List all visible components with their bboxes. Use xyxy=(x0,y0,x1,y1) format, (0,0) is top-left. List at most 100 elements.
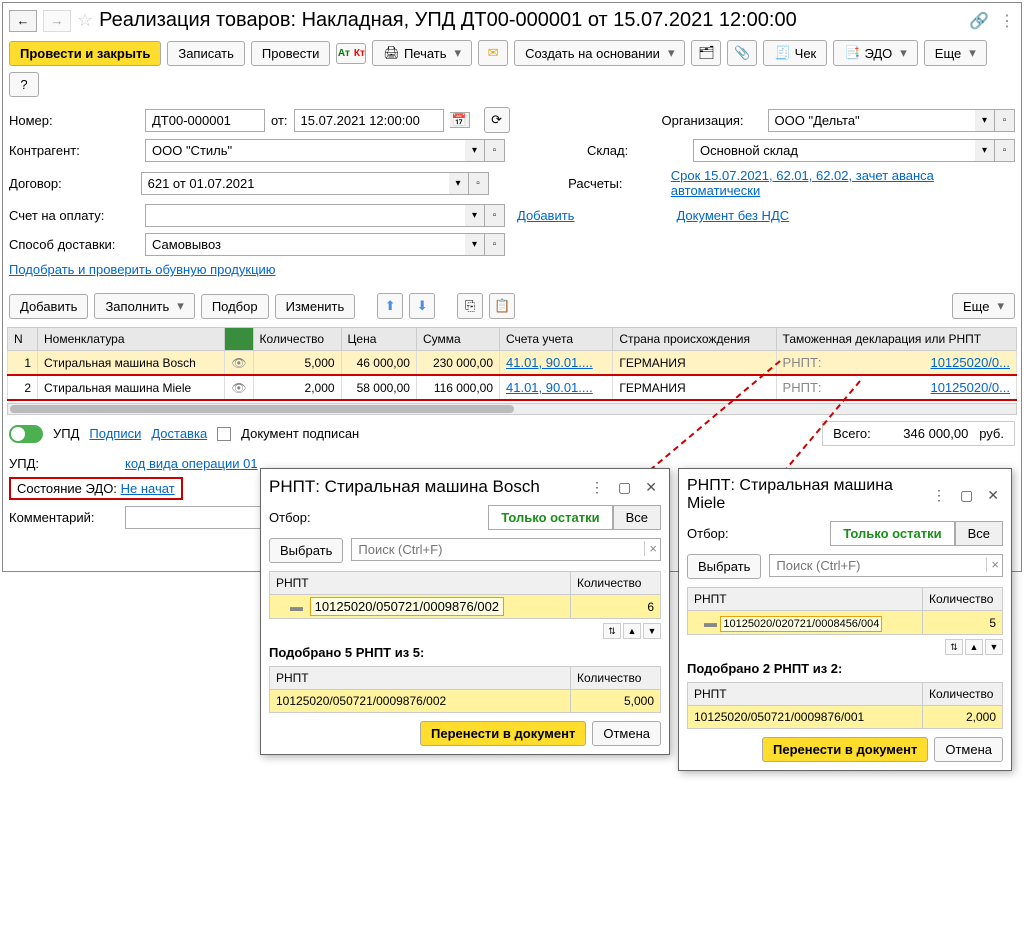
org-input[interactable] xyxy=(768,109,975,132)
check-button[interactable]: 🧾 Чек xyxy=(763,40,827,66)
sort-up-icon[interactable]: ▲ xyxy=(623,623,641,639)
dtct-button[interactable]: АтКт xyxy=(336,43,366,64)
counterparty-dropdown[interactable]: ▾ xyxy=(465,139,485,162)
link-icon[interactable]: 🔗 xyxy=(969,11,989,31)
more-menu-icon[interactable]: ⋮ xyxy=(999,11,1015,31)
search-input[interactable] xyxy=(769,554,1003,577)
contract-input[interactable] xyxy=(141,172,449,195)
number-input[interactable] xyxy=(145,109,265,132)
print-button[interactable]: 🖨 Печать xyxy=(372,40,472,66)
delivery-dropdown[interactable]: ▾ xyxy=(465,233,485,256)
delivery-open[interactable]: ▫ xyxy=(485,233,505,256)
org-dropdown[interactable]: ▾ xyxy=(975,109,995,132)
refresh-icon[interactable]: ⟳ xyxy=(484,107,510,133)
popup-menu-icon[interactable]: ⋮ xyxy=(928,487,950,504)
select-button[interactable]: Выбрать xyxy=(687,554,761,579)
popup-title: РНПТ: Стиральная машина Miele xyxy=(687,477,922,513)
sort-down-icon[interactable]: ▼ xyxy=(643,623,661,639)
date-input[interactable] xyxy=(294,109,444,132)
sort-icon[interactable]: ⇅ xyxy=(945,639,963,655)
transfer-button[interactable]: Перенести в документ xyxy=(420,721,586,746)
popup-menu-icon[interactable]: ⋮ xyxy=(586,479,608,496)
popup-close-icon[interactable]: ✕ xyxy=(641,479,661,496)
calc-link[interactable]: Срок 15.07.2021, 62.01, 62.02, зачет ава… xyxy=(671,168,1015,198)
collapse-icon[interactable]: ▬ xyxy=(290,599,303,614)
mail-button[interactable]: ✉ xyxy=(478,40,508,66)
comment-input[interactable] xyxy=(125,506,265,529)
clear-search-icon[interactable]: × xyxy=(986,557,999,572)
transfer-button[interactable]: Перенести в документ xyxy=(762,737,928,762)
paste-button[interactable]: 📋 xyxy=(489,293,515,319)
only-remains-tab[interactable]: Только остатки xyxy=(830,521,954,546)
all-tab[interactable]: Все xyxy=(955,521,1003,546)
table-row[interactable]: 1 Стиральная машина Bosch 👁 5,000 46 000… xyxy=(8,351,1017,376)
invoice-open[interactable]: ▫ xyxy=(485,204,505,227)
popup-maximize-icon[interactable]: ▢ xyxy=(614,479,635,496)
upd-toggle[interactable] xyxy=(9,425,43,443)
picked-row[interactable]: 10125020/050721/0009876/002 5,000 xyxy=(270,690,661,713)
doc-signed-checkbox[interactable] xyxy=(217,427,231,441)
warehouse-open[interactable]: ▫ xyxy=(995,139,1015,162)
post-and-close-button[interactable]: Провести и закрыть xyxy=(9,41,161,66)
move-down-button[interactable]: ⬇ xyxy=(409,293,435,319)
create-based-button[interactable]: Создать на основании xyxy=(514,40,685,66)
calendar-icon[interactable]: 📅 xyxy=(450,112,470,128)
counterparty-open[interactable]: ▫ xyxy=(485,139,505,162)
cancel-button[interactable]: Отмена xyxy=(934,737,1003,762)
org-open[interactable]: ▫ xyxy=(995,109,1015,132)
post-button[interactable]: Провести xyxy=(251,41,331,66)
delivery-link[interactable]: Доставка xyxy=(151,426,207,441)
attach-button[interactable]: 📎 xyxy=(727,40,757,66)
horizontal-scrollbar[interactable] xyxy=(7,403,1017,415)
counterparty-input[interactable] xyxy=(145,139,465,162)
popup-close-icon[interactable]: ✕ xyxy=(983,487,1003,504)
edo-button[interactable]: 📑 ЭДО xyxy=(833,40,918,66)
contract-open[interactable]: ▫ xyxy=(469,172,489,195)
table-add-button[interactable]: Добавить xyxy=(9,294,88,319)
warehouse-input[interactable] xyxy=(693,139,975,162)
eye-icon[interactable]: 👁 xyxy=(225,375,253,400)
add-link[interactable]: Добавить xyxy=(517,208,574,223)
copy-button[interactable]: ⎘ xyxy=(457,293,483,319)
sort-up-icon[interactable]: ▲ xyxy=(965,639,983,655)
favorite-icon[interactable]: ☆ xyxy=(77,10,93,31)
table-fill-button[interactable]: Заполнить xyxy=(94,293,194,319)
only-remains-tab[interactable]: Только остатки xyxy=(488,505,612,530)
invoice-input[interactable] xyxy=(145,204,465,227)
clear-search-icon[interactable]: × xyxy=(644,541,657,556)
edo-state-link[interactable]: Не начат xyxy=(121,481,175,496)
collapse-icon[interactable]: ▬ xyxy=(704,615,717,630)
contract-dropdown[interactable]: ▾ xyxy=(449,172,469,195)
more-button[interactable]: Еще xyxy=(924,40,987,66)
popup-maximize-icon[interactable]: ▢ xyxy=(956,487,977,504)
save-button[interactable]: Записать xyxy=(167,41,245,66)
signs-link[interactable]: Подписи xyxy=(89,426,141,441)
eye-icon[interactable]: 👁 xyxy=(225,351,253,376)
move-up-button[interactable]: ⬆ xyxy=(377,293,403,319)
rnpt-row[interactable]: ▬ 10125020/020721/0008456/004 5 xyxy=(688,611,1003,635)
table-more-button[interactable]: Еще xyxy=(952,293,1015,319)
invoice-dropdown[interactable]: ▾ xyxy=(465,204,485,227)
sort-icon[interactable]: ⇅ xyxy=(603,623,621,639)
rnpt-row[interactable]: ▬ 10125020/050721/0009876/002 6 xyxy=(270,595,661,619)
all-tab[interactable]: Все xyxy=(613,505,661,530)
cancel-button[interactable]: Отмена xyxy=(592,721,661,746)
table-select-button[interactable]: Подбор xyxy=(201,294,269,319)
picked-row[interactable]: 10125020/050721/0009876/001 2,000 xyxy=(688,706,1003,729)
select-button[interactable]: Выбрать xyxy=(269,538,343,563)
delivery-input[interactable] xyxy=(145,233,465,256)
table-edit-button[interactable]: Изменить xyxy=(275,294,356,319)
table-row[interactable]: 2 Стиральная машина Miele 👁 2,000 58 000… xyxy=(8,375,1017,400)
items-table[interactable]: N Номенклатура Количество Цена Сумма Сче… xyxy=(7,327,1017,401)
search-input[interactable] xyxy=(351,538,661,561)
sort-down-icon[interactable]: ▼ xyxy=(985,639,1003,655)
back-button[interactable]: ← xyxy=(9,10,37,32)
shoe-link[interactable]: Подобрать и проверить обувную продукцию xyxy=(9,262,276,277)
help-button[interactable]: ? xyxy=(9,72,39,97)
doc-no-vat-link[interactable]: Документ без НДС xyxy=(676,208,789,223)
op-code-link[interactable]: код вида операции 01 xyxy=(125,456,258,471)
page-title: Реализация товаров: Накладная, УПД ДТ00-… xyxy=(99,9,797,32)
structure-button[interactable]: 🗂 xyxy=(691,40,721,66)
warehouse-dropdown[interactable]: ▾ xyxy=(975,139,995,162)
forward-button[interactable]: → xyxy=(43,10,71,32)
